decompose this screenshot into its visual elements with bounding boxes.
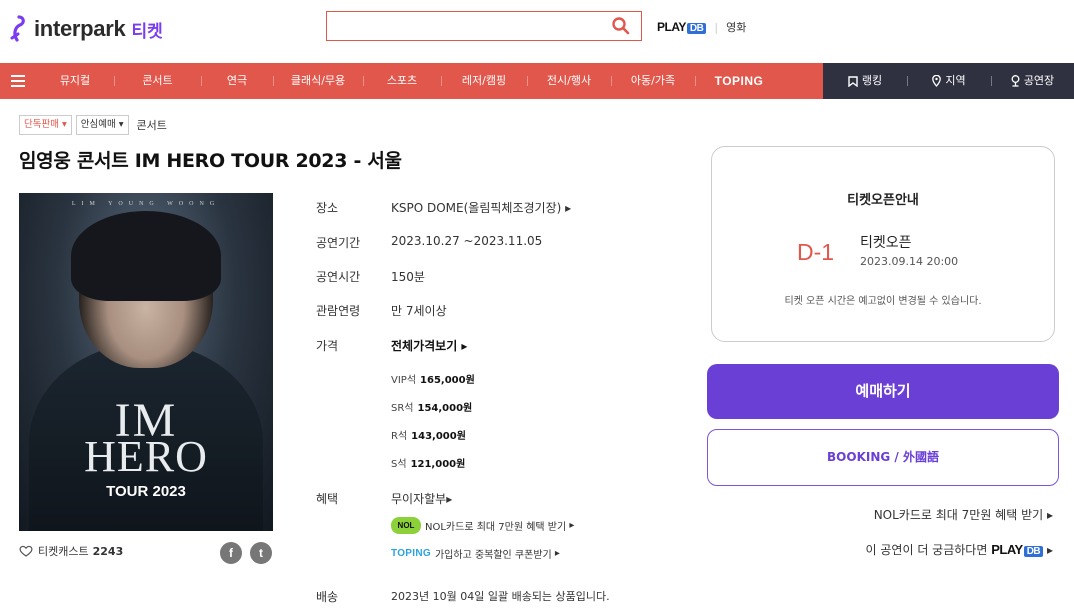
nav-ranking-label: 랭킹	[861, 74, 883, 87]
ticket-open-label: 티켓오픈	[860, 235, 912, 251]
header-links: PLAY DB | 영화	[657, 19, 746, 35]
delivery-label: 배송	[316, 590, 339, 604]
playdb-logo[interactable]: PLAY DB	[657, 20, 707, 34]
page-title: 임영웅 콘서트 IM HERO TOUR 2023 - 서울	[19, 150, 402, 172]
nav-item-kids[interactable]: 아동/가족	[611, 63, 695, 99]
booking-foreign-button[interactable]: BOOKING / 外國語	[707, 429, 1059, 486]
interpark-logo-icon	[10, 15, 25, 42]
nol-card-benefit[interactable]: NOL NOL카드로 최대 7만원 혜택 받기 ▸	[391, 517, 574, 534]
nav-item-region[interactable]: 지역	[907, 63, 991, 99]
header-divider: |	[714, 20, 719, 34]
nav-item-ranking[interactable]: 랭킹	[823, 63, 907, 99]
price-row-sr: SR석 154,000원	[391, 403, 473, 414]
venue-label: 장소	[316, 201, 339, 215]
safe-booking-chip[interactable]: 안심예매 ▾	[75, 115, 129, 135]
nav-item-concert[interactable]: 콘서트	[114, 63, 201, 99]
benefit-label: 혜택	[316, 492, 339, 506]
price-row-s: S석 121,000원	[391, 459, 466, 470]
poster-hero-text: HERO	[84, 432, 208, 481]
price-row-r: R석 143,000원	[391, 431, 466, 442]
exclusive-sale-chip[interactable]: 단독판매 ▾	[19, 115, 72, 135]
location-pin-icon	[932, 75, 942, 87]
nav-item-venue[interactable]: 공연장	[991, 63, 1074, 99]
nol-badge-icon: NOL	[391, 517, 421, 534]
nav-items: 뮤지컬 콘서트 연극 클래식/무용 스포츠 레저/캠핑 전시/행사 아동/가족 …	[36, 63, 783, 99]
nav-item-classic[interactable]: 클래식/무용	[273, 63, 363, 99]
period-value: 2023.10.27 ~2023.11.05	[391, 234, 543, 248]
ticket-cast-count: 2243	[92, 544, 124, 558]
nav-item-leisure[interactable]: 레저/캠핑	[441, 63, 527, 99]
venue-pin-icon	[1011, 75, 1020, 87]
poster-figure-hair	[71, 211, 221, 301]
search-box	[326, 11, 642, 41]
period-label: 공연기간	[316, 236, 361, 250]
interpark-logo[interactable]: interpark 티켓	[8, 12, 163, 46]
price-label: 가격	[316, 339, 339, 353]
search-icon[interactable]	[611, 16, 631, 36]
nav-item-exhibition[interactable]: 전시/행사	[527, 63, 611, 99]
delivery-value: 2023년 10월 04일 일괄 배송되는 상품입니다.	[391, 590, 610, 603]
logo-sub: 티켓	[131, 21, 163, 42]
ticket-open-date: 2023.09.14 20:00	[860, 255, 959, 268]
menu-icon[interactable]	[0, 63, 36, 99]
heart-icon	[19, 545, 33, 557]
poster-top-text: LIM YOUNG WOONG	[71, 201, 221, 207]
toping-badge-icon: TOPING	[391, 548, 431, 559]
nav-item-sports[interactable]: 스포츠	[363, 63, 441, 99]
ticket-cast-label: 티켓캐스트	[38, 545, 89, 558]
view-all-prices-link[interactable]: 전체가격보기 ▸	[391, 337, 467, 354]
nav-item-musical[interactable]: 뮤지컬	[36, 63, 114, 99]
runtime-value: 150분	[391, 270, 425, 284]
movie-link[interactable]: 영화	[726, 19, 746, 35]
nav-venue-label: 공연장	[1023, 74, 1055, 87]
toping-coupon-benefit[interactable]: TOPING 가입하고 중복할인 쿠폰받기 ▸	[391, 546, 560, 561]
facebook-icon[interactable]: f	[220, 542, 242, 564]
ticket-open-note: 티켓 오픈 시간은 예고없이 변경될 수 있습니다.	[784, 296, 982, 307]
header: interpark 티켓 PLAY DB | 영화	[0, 0, 1074, 62]
nol-card-link[interactable]: NOL카드로 최대 7만원 혜택 받기 ▸	[874, 506, 1053, 523]
age-label: 관람연령	[316, 304, 361, 318]
nav-item-toping[interactable]: TOPING	[695, 63, 783, 99]
logo-text: interpark	[34, 16, 126, 41]
main-nav: 뮤지컬 콘서트 연극 클래식/무용 스포츠 레저/캠핑 전시/행사 아동/가족 …	[0, 63, 1074, 99]
twitter-icon[interactable]: t	[250, 542, 272, 564]
ticket-open-title: 티켓오픈안내	[847, 193, 919, 208]
breadcrumb-category[interactable]: 콘서트	[137, 117, 167, 133]
playdb-more-link[interactable]: 이 공연이 더 궁금하다면 PLAY DB ▸	[866, 541, 1053, 558]
playdb-logo-small: PLAY DB	[991, 542, 1044, 557]
search-input[interactable]	[327, 12, 597, 39]
dday-badge: D-1	[797, 239, 835, 265]
reserve-button[interactable]: 예매하기	[707, 364, 1059, 419]
ticket-cast[interactable]: 티켓캐스트 2243	[19, 543, 123, 559]
nav-item-theater[interactable]: 연극	[201, 63, 273, 99]
ticket-open-box: 티켓오픈안내 D-1 티켓오픈 2023.09.14 20:00 티켓 오픈 시…	[711, 146, 1055, 342]
breadcrumb: 단독판매 ▾ 안심예매 ▾ 콘서트	[19, 115, 167, 135]
age-value: 만 7세이상	[391, 304, 447, 318]
ranking-icon	[848, 75, 858, 87]
venue-value[interactable]: KSPO DOME(올림픽체조경기장) ▸	[391, 199, 571, 216]
poster-tour-text: TOUR 2023	[106, 483, 186, 500]
price-row-vip: VIP석 165,000원	[391, 375, 475, 386]
concert-poster[interactable]: LIM YOUNG WOONG IM HERO TOUR 2023	[19, 193, 273, 531]
runtime-label: 공연시간	[316, 270, 361, 284]
nav-right: 랭킹 지역 공연장	[823, 63, 1074, 99]
nav-region-label: 지역	[945, 74, 966, 87]
installment-link[interactable]: 무이자할부▸	[391, 490, 452, 507]
